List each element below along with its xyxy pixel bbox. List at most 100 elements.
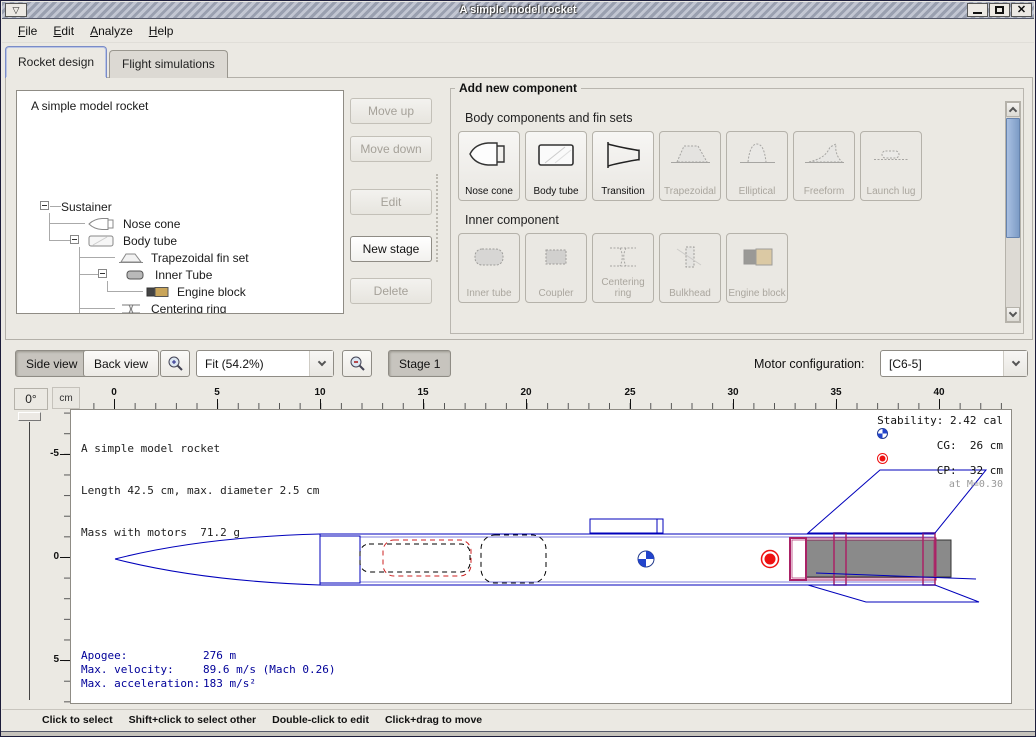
add-coupler-button[interactable]: Coupler xyxy=(525,233,587,303)
engine-block-shape[interactable] xyxy=(790,538,806,580)
add-body-tube-button[interactable]: Body tube xyxy=(525,131,587,201)
menu-file[interactable]: File xyxy=(10,21,45,41)
centering-ring-icon xyxy=(600,240,646,274)
acceleration-value: 183 m/s² xyxy=(203,677,256,691)
zoom-level-select[interactable]: Fit (54.2%) xyxy=(196,350,334,377)
chevron-up-icon xyxy=(1009,107,1017,115)
fin-set-icon xyxy=(117,251,145,265)
minimize-icon xyxy=(973,12,982,14)
expander-sustainer[interactable] xyxy=(40,201,49,210)
velocity-label: Max. velocity: xyxy=(81,663,203,677)
launch-lug-shape[interactable] xyxy=(590,519,663,533)
wadding-shape[interactable] xyxy=(481,535,546,583)
tree-item-sustainer[interactable]: Sustainer xyxy=(61,198,112,215)
close-button[interactable]: ✕ xyxy=(1011,3,1032,17)
dropdown-arrow xyxy=(309,351,333,376)
add-bulkhead-button[interactable]: Bulkhead xyxy=(659,233,721,303)
side-view-button[interactable]: Side view xyxy=(15,350,88,377)
add-transition-button[interactable]: Transition xyxy=(592,131,654,201)
maximize-icon xyxy=(995,6,1004,14)
window-bottom-edge xyxy=(1,731,1035,736)
move-up-button[interactable]: Move up xyxy=(350,98,432,124)
rocket-canvas[interactable]: A simple model rocket Length 42.5 cm, ma… xyxy=(70,409,1012,704)
chevron-down-icon xyxy=(1011,358,1019,366)
minimize-button[interactable] xyxy=(967,3,988,17)
component-tree[interactable]: A simple model rocket Sustainer Nose con… xyxy=(16,90,344,314)
centering-ring-icon xyxy=(117,302,145,315)
add-engine-block-button[interactable]: Engine block xyxy=(726,233,788,303)
nose-cone-icon xyxy=(87,217,117,231)
add-elliptical-fin-button[interactable]: Elliptical xyxy=(726,131,788,201)
menu-help[interactable]: Help xyxy=(141,21,182,41)
scroll-down-button[interactable] xyxy=(1006,307,1020,322)
zoom-in-button[interactable] xyxy=(160,350,190,377)
add-inner-tube-button[interactable]: Inner tube xyxy=(458,233,520,303)
tree-item-trapezoidal-fin-set[interactable]: Trapezoidal fin set xyxy=(117,249,249,266)
motor-shape[interactable] xyxy=(806,540,951,577)
add-launch-lug-button[interactable]: Launch lug xyxy=(860,131,922,201)
inner-tube-icon xyxy=(125,268,147,282)
rocket-figure-area: 0° cm 0 5 10 15 20 25 30 35 40 -5 0 5 xyxy=(2,382,1034,711)
expander-body-tube[interactable] xyxy=(70,235,79,244)
tab-rocket-design[interactable]: Rocket design xyxy=(5,46,107,78)
tree-line xyxy=(49,240,70,241)
tree-line xyxy=(50,206,61,207)
zoom-level-value: Fit (54.2%) xyxy=(197,357,309,371)
chevron-down-icon xyxy=(317,358,325,366)
expander-inner-tube[interactable] xyxy=(98,269,107,278)
hint-shift-click: Shift+click to select other xyxy=(129,714,257,726)
menu-edit[interactable]: Edit xyxy=(45,21,82,41)
zoom-out-button[interactable] xyxy=(342,350,372,377)
component-scrollbar[interactable] xyxy=(1005,101,1021,323)
tree-item-engine-block[interactable]: Engine block xyxy=(145,283,246,300)
dropdown-arrow xyxy=(1003,351,1027,376)
shock-cord-shape[interactable] xyxy=(360,544,470,572)
engine-block-icon xyxy=(734,240,780,274)
inner-tube-icon xyxy=(466,240,512,274)
freeform-fin-icon xyxy=(801,138,847,172)
acceleration-label: Max. acceleration: xyxy=(81,677,203,691)
tree-item-nose-cone[interactable]: Nose cone xyxy=(87,215,180,232)
rotation-slider-handle[interactable] xyxy=(18,412,41,421)
maximize-button[interactable] xyxy=(989,3,1010,17)
add-centering-ring-button[interactable]: Centering ring xyxy=(592,233,654,303)
scrollbar-thumb[interactable] xyxy=(1006,118,1020,238)
tree-line xyxy=(79,308,115,309)
tree-item-rocket-root[interactable]: A simple model rocket xyxy=(31,97,148,114)
tab-flight-simulations[interactable]: Flight simulations xyxy=(109,50,228,78)
transition-icon xyxy=(600,138,646,172)
tree-line xyxy=(79,257,115,258)
rocket-mass: Mass with motors 71.2 g xyxy=(81,526,319,540)
horizontal-ruler: 0 5 10 15 20 25 30 35 40 xyxy=(80,387,1012,409)
title-bar[interactable]: ▽ A simple model rocket ✕ xyxy=(2,2,1034,19)
stability-value: Stability: 2.42 cal xyxy=(877,414,1003,428)
add-component-group: Add new component Body components and fi… xyxy=(450,88,1024,334)
motor-configuration-select[interactable]: [C6-5] xyxy=(880,350,1028,377)
add-freeform-fin-button[interactable]: Freeform xyxy=(793,131,855,201)
tree-line xyxy=(49,223,85,224)
rotation-angle-box: 0° xyxy=(14,388,48,410)
add-nose-cone-button[interactable]: Nose cone xyxy=(458,131,520,201)
edit-button[interactable]: Edit xyxy=(350,189,432,215)
nose-shoulder-shape[interactable] xyxy=(320,536,360,583)
move-down-button[interactable]: Move down xyxy=(350,136,432,162)
nose-cone-icon xyxy=(466,138,512,172)
body-tube-icon xyxy=(533,138,579,172)
scroll-up-button[interactable] xyxy=(1006,102,1020,117)
add-trapezoidal-fin-button[interactable]: Trapezoidal xyxy=(659,131,721,201)
delete-button[interactable]: Delete xyxy=(350,278,432,304)
menu-bar: File Edit Analyze Help xyxy=(2,19,1034,43)
back-view-button[interactable]: Back view xyxy=(83,350,159,377)
tree-line xyxy=(107,291,143,292)
tree-item-centering-ring-1[interactable]: Centering ring xyxy=(117,300,226,314)
new-stage-button[interactable]: New stage xyxy=(350,236,432,262)
menu-analyze[interactable]: Analyze xyxy=(82,21,141,41)
body-components-label: Body components and fin sets xyxy=(465,111,632,125)
tree-item-inner-tube[interactable]: Inner Tube xyxy=(125,266,212,283)
stage1-toggle-button[interactable]: Stage 1 xyxy=(388,350,451,377)
rocket-dimensions: Length 42.5 cm, max. diameter 2.5 cm xyxy=(81,484,319,498)
parachute-shape[interactable] xyxy=(383,540,471,576)
tree-item-body-tube[interactable]: Body tube xyxy=(87,232,177,249)
engine-block-icon xyxy=(145,285,171,299)
vertical-separator xyxy=(436,174,438,262)
